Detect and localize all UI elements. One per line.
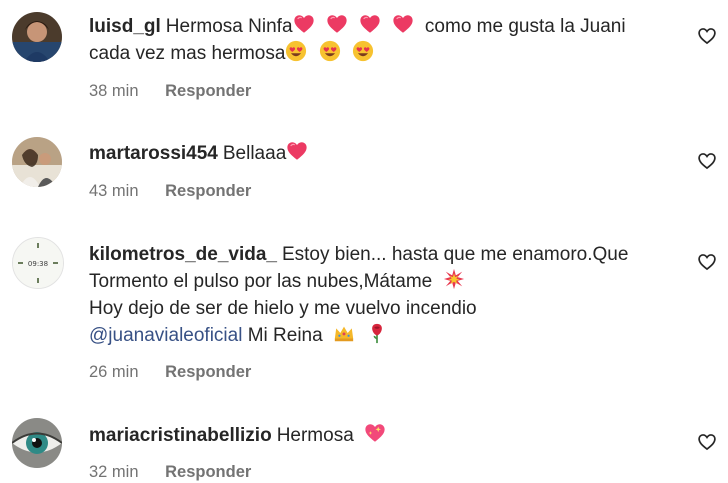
- heart-emoji-icon: [392, 13, 414, 35]
- avatar[interactable]: [12, 137, 62, 187]
- comment-text: martarossi454 Bellaaa: [89, 140, 676, 167]
- svg-text:09:38: 09:38: [28, 260, 48, 268]
- comment-text: mariacristinabellizio Hermosa: [89, 422, 676, 449]
- comment-text-part: cada vez mas hermosa: [89, 43, 286, 64]
- heart-eyes-emoji-icon: [285, 40, 307, 62]
- comment-time: 38 min: [89, 82, 139, 100]
- crown-emoji-icon: [333, 322, 355, 344]
- comment-time: 26 min: [89, 363, 139, 381]
- comment-text-part: Hoy dejo de ser de hielo y me vuelvo inc…: [89, 298, 477, 319]
- heart-eyes-emoji-icon: [319, 40, 341, 62]
- comment-text: luisd_gl Hermosa Ninfa como me gusta la J…: [89, 13, 676, 67]
- like-heart-icon[interactable]: [697, 432, 717, 452]
- comment-username[interactable]: kilometros_de_vida_: [89, 244, 277, 265]
- comment-meta: 38 min Responder: [89, 82, 251, 101]
- comment-body: kilometros_de_vida_ Estoy bien... hasta q…: [89, 241, 676, 349]
- comment-body: mariacristinabellizio Hermosa: [89, 422, 676, 449]
- comment-text-part: Hermosa Ninfa: [165, 16, 293, 37]
- comment-meta: 32 min Responder: [89, 463, 251, 482]
- comment-username[interactable]: luisd_gl: [89, 16, 161, 37]
- reply-button[interactable]: Responder: [165, 82, 251, 100]
- comment-body: martarossi454 Bellaaa: [89, 140, 676, 167]
- comment-text: kilometros_de_vida_ Estoy bien... hasta q…: [89, 241, 676, 349]
- heart-emoji-icon: [359, 13, 381, 35]
- rose-emoji-icon: [366, 322, 388, 344]
- heart-emoji-icon: [286, 140, 308, 162]
- collision-emoji-icon: [443, 268, 465, 290]
- avatar[interactable]: [12, 418, 62, 468]
- like-heart-icon[interactable]: [697, 252, 717, 272]
- sparkling-heart-emoji-icon: [364, 422, 386, 444]
- heart-eyes-emoji-icon: [352, 40, 374, 62]
- heart-emoji-icon: [326, 13, 348, 35]
- comment-text-part: Hermosa: [276, 425, 354, 446]
- comment-meta: 43 min Responder: [89, 182, 251, 201]
- comment-meta: 26 min Responder: [89, 363, 251, 382]
- mention-link[interactable]: @juanavialeoficial: [89, 325, 242, 346]
- comment-body: luisd_gl Hermosa Ninfa como me gusta la J…: [89, 13, 676, 67]
- avatar[interactable]: [12, 12, 62, 62]
- comment-text-part: Estoy bien... hasta que me enamoro.Que: [281, 244, 629, 265]
- comment-text-part: como me gusta la Juani: [424, 16, 626, 37]
- comment-username[interactable]: martarossi454: [89, 143, 218, 164]
- comment-text-part: Mi Reina: [247, 325, 323, 346]
- heart-emoji-icon: [293, 13, 315, 35]
- comment-username[interactable]: mariacristinabellizio: [89, 425, 272, 446]
- comment-text-part: Tormento el pulso por las nubes,Mátame: [89, 271, 433, 292]
- comment-text-part: Bellaaa: [222, 143, 287, 164]
- like-heart-icon[interactable]: [697, 26, 717, 46]
- comment-time: 32 min: [89, 463, 139, 481]
- comment-time: 43 min: [89, 182, 139, 200]
- reply-button[interactable]: Responder: [165, 182, 251, 200]
- reply-button[interactable]: Responder: [165, 363, 251, 381]
- reply-button[interactable]: Responder: [165, 463, 251, 481]
- like-heart-icon[interactable]: [697, 151, 717, 171]
- avatar[interactable]: 09:38: [12, 237, 64, 289]
